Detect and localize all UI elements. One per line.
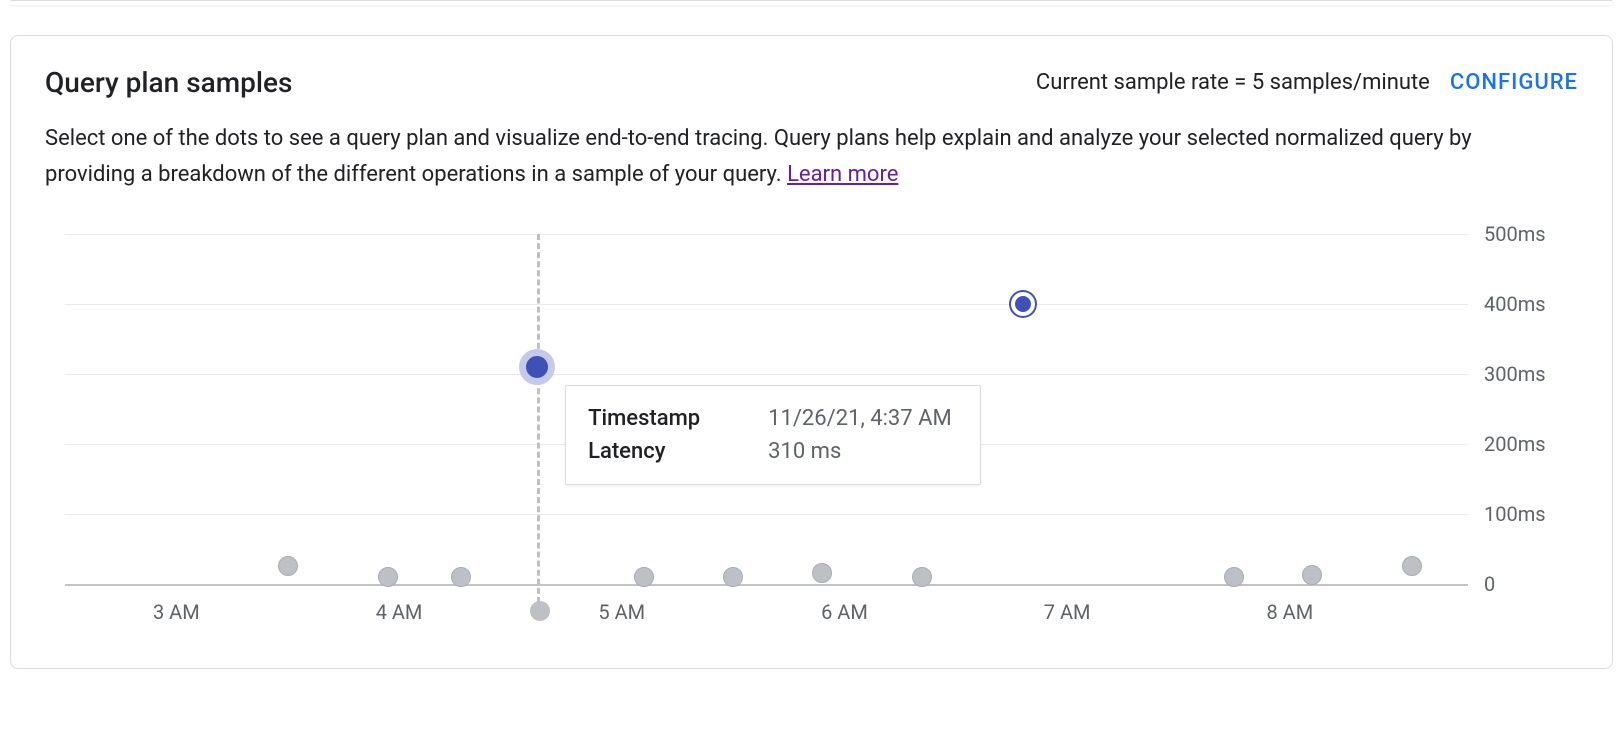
gridline xyxy=(65,374,1468,375)
learn-more-link[interactable]: Learn more xyxy=(787,162,898,187)
chart-tooltip: Timestamp 11/26/21, 4:37 AM Latency 310 ms xyxy=(565,385,981,485)
sample-dot[interactable] xyxy=(723,567,743,587)
tooltip-timestamp-value: 11/26/21, 4:37 AM xyxy=(768,406,952,431)
sample-dot[interactable] xyxy=(378,567,398,587)
sample-dot[interactable] xyxy=(278,556,298,576)
x-tick-label: 3 AM xyxy=(153,600,200,624)
x-tick-label: 6 AM xyxy=(821,600,868,624)
y-tick-label: 100ms xyxy=(1484,502,1546,526)
x-axis: 3 AM 4 AM 5 AM 6 AM 7 AM 8 AM xyxy=(65,594,1468,634)
baseline xyxy=(65,584,1468,586)
gridline xyxy=(65,304,1468,305)
sample-dot[interactable] xyxy=(1302,565,1322,585)
x-tick-label: 4 AM xyxy=(376,600,423,624)
y-tick-label: 0 xyxy=(1484,572,1495,596)
x-tick-label: 8 AM xyxy=(1266,600,1313,624)
sample-dot[interactable] xyxy=(1015,296,1031,312)
sample-dot[interactable] xyxy=(1224,567,1244,587)
crosshair xyxy=(537,234,540,612)
x-tick-label: 5 AM xyxy=(598,600,645,624)
query-plan-samples-card: Query plan samples Current sample rate =… xyxy=(10,35,1613,669)
gridline xyxy=(65,234,1468,235)
tooltip-latency-value: 310 ms xyxy=(768,439,841,464)
sample-dot[interactable] xyxy=(812,563,832,583)
y-tick-label: 200ms xyxy=(1484,432,1546,456)
sample-dot[interactable] xyxy=(634,567,654,587)
card-description: Select one of the dots to see a query pl… xyxy=(45,121,1495,194)
configure-button[interactable]: CONFIGURE xyxy=(1450,70,1578,95)
sample-dot[interactable] xyxy=(1402,556,1422,576)
sample-dot[interactable] xyxy=(451,567,471,587)
card-header: Query plan samples Current sample rate =… xyxy=(45,66,1578,99)
y-tick-label: 300ms xyxy=(1484,362,1546,386)
tooltip-timestamp-label: Timestamp xyxy=(588,406,738,431)
sample-dot[interactable] xyxy=(912,567,932,587)
card-title: Query plan samples xyxy=(45,66,292,99)
description-text: Select one of the dots to see a query pl… xyxy=(45,126,1472,187)
latency-scatter-chart: 0100ms200ms300ms400ms500msTimestamp11/26… xyxy=(45,234,1578,634)
sample-rate-text: Current sample rate = 5 samples/minute xyxy=(1036,70,1430,95)
gridline xyxy=(65,514,1468,515)
y-tick-label: 400ms xyxy=(1484,292,1546,316)
previous-card-edge xyxy=(10,0,1613,5)
tooltip-latency-label: Latency xyxy=(588,439,738,464)
sample-dot[interactable] xyxy=(519,349,555,385)
plot-area[interactable]: 0100ms200ms300ms400ms500msTimestamp11/26… xyxy=(65,234,1468,584)
x-tick-label: 7 AM xyxy=(1044,600,1091,624)
y-tick-label: 500ms xyxy=(1484,222,1546,246)
